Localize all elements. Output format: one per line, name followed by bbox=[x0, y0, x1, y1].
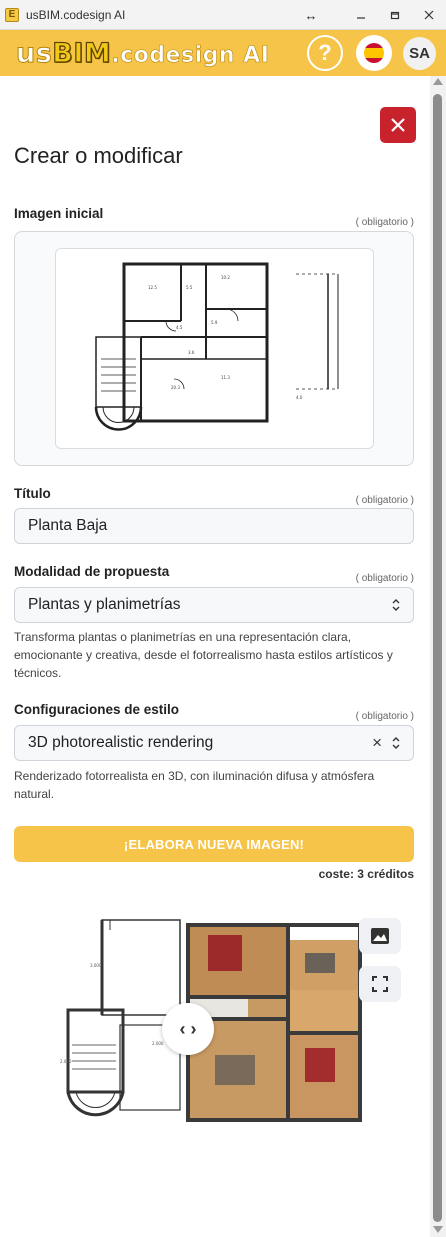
image-view-button[interactable] bbox=[359, 918, 401, 954]
spain-flag-icon bbox=[364, 43, 384, 63]
app-icon: E bbox=[5, 7, 19, 22]
window-titlebar: E usBIM.codesign AI ↔ bbox=[0, 0, 446, 30]
style-select[interactable]: 3D photorealistic rendering × bbox=[14, 725, 414, 761]
svg-text:4.0: 4.0 bbox=[296, 395, 303, 400]
restore-icon bbox=[390, 11, 399, 19]
title-label: Título bbox=[14, 486, 51, 501]
title-input[interactable]: Planta Baja bbox=[14, 508, 414, 544]
logo-bim: BIM bbox=[52, 37, 112, 69]
svg-text:20.3: 20.3 bbox=[171, 385, 180, 390]
initial-image-label: Imagen inicial bbox=[14, 206, 104, 221]
app-logo[interactable]: us BIM .codesign AI bbox=[15, 37, 270, 69]
svg-text:10.2: 10.2 bbox=[221, 275, 230, 280]
window-title: usBIM.codesign AI bbox=[26, 7, 126, 22]
compare-slider-handle[interactable]: ‹ › bbox=[162, 1003, 214, 1055]
fullscreen-icon bbox=[372, 976, 388, 992]
svg-text:3.6: 3.6 bbox=[188, 350, 195, 355]
scroll-up-arrow-icon[interactable] bbox=[433, 78, 443, 85]
modality-select[interactable]: Plantas y planimetrías bbox=[14, 587, 414, 623]
help-button[interactable]: ? bbox=[307, 35, 343, 71]
result-comparison[interactable]: 3.000 2.000 2.000 bbox=[60, 905, 386, 1145]
compare-arrows-icon: ‹ › bbox=[179, 1018, 197, 1039]
svg-text:4.5: 4.5 bbox=[176, 325, 183, 330]
scrollbar[interactable] bbox=[430, 76, 446, 1237]
svg-text:5.5: 5.5 bbox=[186, 285, 193, 290]
resize-icon[interactable]: ↔ bbox=[302, 0, 320, 30]
scroll-down-arrow-icon[interactable] bbox=[433, 1226, 443, 1233]
close-window-icon bbox=[424, 10, 434, 20]
modality-select-value: Plantas y planimetrías bbox=[28, 596, 181, 613]
svg-text:11.3: 11.3 bbox=[221, 375, 230, 380]
svg-text:5.9: 5.9 bbox=[211, 320, 218, 325]
fullscreen-button[interactable] bbox=[359, 966, 401, 1002]
restore-button[interactable] bbox=[378, 0, 412, 30]
modality-required: ( obligatorio ) bbox=[355, 573, 414, 584]
close-window-button[interactable] bbox=[412, 0, 446, 30]
select-chevron-icon bbox=[392, 599, 400, 611]
svg-text:2.000: 2.000 bbox=[60, 1059, 72, 1064]
minimize-icon bbox=[357, 17, 365, 19]
user-avatar[interactable]: SA bbox=[403, 37, 436, 70]
minimize-button[interactable] bbox=[344, 0, 378, 30]
generate-image-button[interactable]: ¡ELABORA NUEVA IMAGEN! bbox=[14, 826, 414, 862]
svg-text:2.000: 2.000 bbox=[152, 1041, 164, 1046]
initial-image-dropzone[interactable]: 12.5 5.5 10.2 4.5 3.6 5.9 20.3 11.3 4.0 bbox=[14, 231, 414, 466]
scrollbar-thumb[interactable] bbox=[433, 94, 442, 1222]
language-button[interactable] bbox=[356, 35, 392, 71]
page-title: Crear o modificar bbox=[14, 143, 183, 168]
image-icon bbox=[371, 928, 389, 944]
modality-help-text: Transforma plantas o planimetrías en una… bbox=[14, 630, 393, 680]
logo-rest: .codesign AI bbox=[111, 42, 270, 68]
style-help-text: Renderizado fotorrealista en 3D, con ilu… bbox=[14, 769, 375, 801]
clear-selection-icon[interactable]: × bbox=[372, 733, 382, 753]
svg-text:12.5: 12.5 bbox=[148, 285, 157, 290]
close-panel-button[interactable] bbox=[380, 107, 416, 143]
comparison-image: 3.000 2.000 2.000 bbox=[60, 919, 362, 1122]
style-required: ( obligatorio ) bbox=[355, 711, 414, 722]
close-icon bbox=[391, 118, 405, 132]
floorplan-image: 12.5 5.5 10.2 4.5 3.6 5.9 20.3 11.3 4.0 bbox=[55, 248, 374, 449]
style-label: Configuraciones de estilo bbox=[14, 702, 180, 717]
select-chevron-icon bbox=[392, 737, 400, 749]
style-select-value: 3D photorealistic rendering bbox=[28, 734, 214, 751]
svg-text:3.000: 3.000 bbox=[90, 963, 102, 968]
cost-label: coste: 3 créditos bbox=[318, 867, 414, 881]
floorplan-drawing: 12.5 5.5 10.2 4.5 3.6 5.9 20.3 11.3 4.0 bbox=[94, 262, 339, 431]
logo-us: us bbox=[15, 37, 53, 69]
title-required: ( obligatorio ) bbox=[355, 495, 414, 506]
app-header: us BIM .codesign AI ? SA bbox=[0, 30, 446, 76]
modality-label: Modalidad de propuesta bbox=[14, 564, 170, 579]
initial-image-required: ( obligatorio ) bbox=[355, 217, 414, 228]
